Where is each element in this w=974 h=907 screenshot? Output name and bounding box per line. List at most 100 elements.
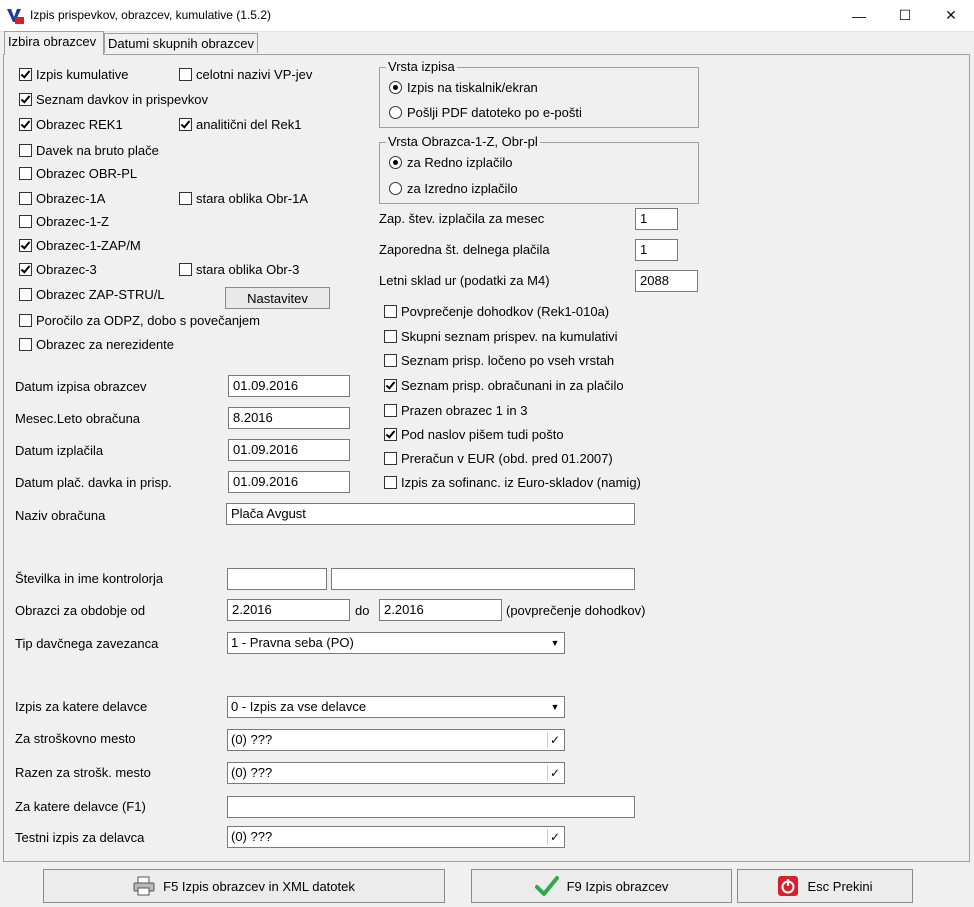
tip-select[interactable]: 1 - Pravna seba (PO) ▼ [227,632,565,654]
obdobje-to-input[interactable]: 2.2016 [379,599,502,621]
izpis-xml-label: F5 Izpis obrazcev in XML datotek [163,878,355,894]
check-icon [534,876,559,896]
cb-obrazec-obr-pl[interactable]: Obrazec OBR-PL [19,164,137,182]
tab-label: Datumi skupnih obrazcev [108,36,254,51]
chevron-down-icon[interactable]: ▼ [548,635,562,651]
tab-datumi-skupnih-obrazcev[interactable]: Datumi skupnih obrazcev [104,33,258,53]
checkbox-label: Obrazec-1-Z [36,213,109,229]
checkbox-icon [179,117,192,131]
datum-placila-label: Datum plač. davka in prisp. [15,475,172,490]
mesec-leto-input[interactable]: 8.2016 [228,407,350,429]
cb-obrazec-1a[interactable]: Obrazec-1A [19,189,105,207]
zap-stev-input[interactable]: 1 [635,208,678,230]
cb-obrazec-1-zap-m[interactable]: Obrazec-1-ZAP/M [19,236,141,254]
cb-zap-stru-l[interactable]: Obrazec ZAP-STRU/L [19,285,165,303]
prekini-button[interactable]: Esc Prekini [737,869,913,903]
zaporedna-st-label: Zaporedna št. delnega plačila [379,242,550,257]
check-icon[interactable]: ✓ [547,829,562,845]
f1-label: Za katere delavce (F1) [15,799,146,814]
radio-label: Pošlji PDF datoteko po e-pošti [407,104,582,120]
f1-input[interactable] [227,796,635,818]
checkbox-label: Skupni seznam prispev. na kumulativi [401,328,618,344]
cb-davek-bruto[interactable]: Davek na bruto plače [19,141,159,159]
cb-celotni-nazivi[interactable]: celotni nazivi VP-jev [179,65,312,83]
stop-icon [778,876,799,896]
cb-pod-naslov[interactable]: Pod naslov pišem tudi pošto [384,425,564,443]
cb-seznam-loceno[interactable]: Seznam prisp. ločeno po vseh vrstah [384,351,614,369]
checkbox-label: Preračun v EUR (obd. pred 01.2007) [401,450,613,466]
cb-povprecenje[interactable]: Povprečenje dohodkov (Rek1-010a) [384,302,609,320]
radio-tiskalnik[interactable]: Izpis na tiskalnik/ekran [389,78,538,96]
datum-izplacila-input[interactable]: 01.09.2016 [228,439,350,461]
maximize-button[interactable]: ☐ [882,0,928,31]
izpis-obrazcev-label: F9 Izpis obrazcev [566,878,669,894]
checkbox-icon [19,262,32,276]
obdobje-note: (povprečenje dohodkov) [506,603,646,618]
checkbox-icon [19,143,32,157]
checkbox-icon [384,451,397,465]
tab-izbira-obrazcev[interactable]: Izbira obrazcev [4,31,104,55]
cb-izpis-kumulative[interactable]: Izpis kumulative [19,65,128,83]
razen-select[interactable]: (0) ??? ✓ [227,762,565,784]
kontrolor-name-input[interactable] [331,568,635,590]
checkbox-label: Obrazec ZAP-STRU/L [36,286,165,302]
radio-label: Izpis na tiskalnik/ekran [407,79,538,95]
minimize-button[interactable]: — [836,0,882,31]
checkbox-label: Seznam prisp. ločeno po vseh vrstah [401,352,615,368]
cb-nerezidente[interactable]: Obrazec za nerezidente [19,335,174,353]
tip-label: Tip davčnega zavezanca [15,636,159,651]
cb-obrazec-1-z[interactable]: Obrazec-1-Z [19,212,109,230]
strosek-select-value: (0) ??? [231,732,273,747]
cb-porocilo-odpz[interactable]: Poročilo za ODPZ, dobo s povečanjem [19,311,260,329]
radio-pdf-eposta[interactable]: Pošlji PDF datoteko po e-pošti [389,103,582,121]
zaporedna-st-input[interactable]: 1 [635,239,678,261]
testni-select[interactable]: (0) ??? ✓ [227,826,565,848]
checkbox-label: stara oblika Obr-3 [196,261,300,277]
cb-preracun-eur[interactable]: Preračun v EUR (obd. pred 01.2007) [384,449,613,467]
cb-obrazec-3[interactable]: Obrazec-3 [19,260,97,278]
radio-icon [389,105,402,119]
radio-icon [389,80,402,94]
check-icon[interactable]: ✓ [547,765,562,781]
cb-analiticni-del[interactable]: analitični del Rek1 [179,115,302,133]
cb-prazen-obrazec[interactable]: Prazen obrazec 1 in 3 [384,401,527,419]
letni-sklad-input[interactable]: 2088 [635,270,698,292]
datum-izpisa-input[interactable]: 01.09.2016 [228,375,350,397]
naziv-input[interactable]: Plača Avgust [226,503,635,525]
delavci-select-value: 0 - Izpis za vse delavce [231,699,367,714]
izpis-xml-button[interactable]: F5 Izpis obrazcev in XML datotek [43,869,445,903]
cb-stara-obr-1a[interactable]: stara oblika Obr-1A [179,189,308,207]
obdobje-label: Obrazci za obdobje od [15,603,146,618]
kontrolor-number-input[interactable] [227,568,327,590]
checkbox-label: Izpis za sofinanc. iz Euro-skladov (nami… [401,474,641,490]
strosek-select[interactable]: (0) ??? ✓ [227,729,565,751]
delavci-select[interactable]: 0 - Izpis za vse delavce ▼ [227,696,565,718]
izpis-obrazcev-button[interactable]: F9 Izpis obrazcev [471,869,732,903]
window-title: Izpis prispevkov, obrazcev, kumulative (… [30,8,271,22]
close-button[interactable]: ✕ [928,0,974,31]
nastavitev-button[interactable]: Nastavitev [225,287,330,309]
app-logo-icon [6,7,24,24]
kontrolor-label: Številka in ime kontrolorja [15,571,164,586]
printer-icon [133,876,155,896]
strosek-label: Za stroškovno mesto [15,731,136,746]
obdobje-from-input[interactable]: 2.2016 [227,599,350,621]
cb-obrazec-rek1[interactable]: Obrazec REK1 [19,115,123,133]
checkbox-label: Izpis kumulative [36,66,129,82]
datum-placila-input[interactable]: 01.09.2016 [228,471,350,493]
check-icon[interactable]: ✓ [547,732,562,748]
cb-sofinanc[interactable]: Izpis za sofinanc. iz Euro-skladov (nami… [384,473,641,491]
radio-redno[interactable]: za Redno izplačilo [389,153,513,171]
cb-skupni-seznam[interactable]: Skupni seznam prispev. na kumulativi [384,327,618,345]
cb-seznam-davkov[interactable]: Seznam davkov in prispevkov [19,90,208,108]
cb-stara-obr-3[interactable]: stara oblika Obr-3 [179,260,299,278]
checkbox-icon [19,166,32,180]
chevron-down-icon[interactable]: ▼ [548,699,562,715]
radio-izredno[interactable]: za Izredno izplačilo [389,179,518,197]
checkbox-icon [19,287,32,301]
cb-seznam-obracunani[interactable]: Seznam prisp. obračunani in za plačilo [384,376,624,394]
radio-icon [389,155,402,169]
delavci-label: Izpis za katere delavce [15,699,148,714]
prekini-label: Esc Prekini [807,878,873,894]
checkbox-icon [384,475,397,489]
